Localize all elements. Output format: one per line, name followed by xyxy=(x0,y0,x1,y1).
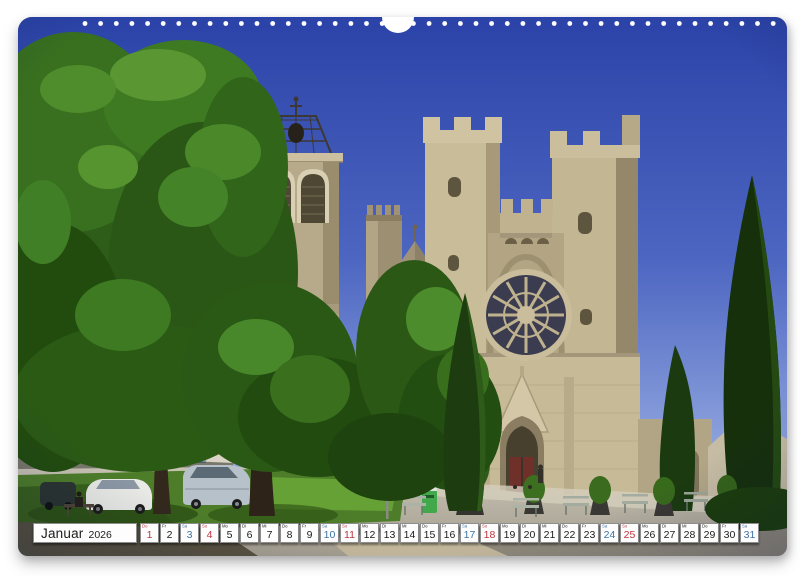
day-number: 18 xyxy=(481,530,498,541)
day-number: 7 xyxy=(261,530,278,541)
day-number: 26 xyxy=(641,530,658,541)
day-number: 19 xyxy=(501,530,518,541)
day-cell: Do22 xyxy=(560,523,579,543)
day-number: 5 xyxy=(221,530,238,541)
day-strip: Do1Fr2Sa3So4Mo5Di6Mi7Do8Fr9Sa10So11Mo12D… xyxy=(140,523,759,543)
day-number: 28 xyxy=(681,530,698,541)
month-label: Januar 2026 xyxy=(33,523,137,543)
day-cell: So4 xyxy=(200,523,219,543)
day-cell: Fr23 xyxy=(580,523,599,543)
day-number: 21 xyxy=(541,530,558,541)
day-number: 9 xyxy=(301,530,318,541)
day-weekday-label: Di xyxy=(242,524,246,529)
day-number: 20 xyxy=(521,530,538,541)
month-name: Januar xyxy=(41,526,83,541)
day-number: 3 xyxy=(181,530,198,541)
day-number: 22 xyxy=(561,530,578,541)
day-cell: Sa31 xyxy=(740,523,759,543)
day-number: 30 xyxy=(721,530,738,541)
day-cell: Di13 xyxy=(380,523,399,543)
day-number: 10 xyxy=(321,530,338,541)
day-weekday-label: Mi xyxy=(262,524,266,529)
day-cell: Sa24 xyxy=(600,523,619,543)
day-cell: Di20 xyxy=(520,523,539,543)
day-number: 8 xyxy=(281,530,298,541)
day-cell: Fr9 xyxy=(300,523,319,543)
day-number: 17 xyxy=(461,530,478,541)
day-cell: Mi7 xyxy=(260,523,279,543)
day-number: 27 xyxy=(661,530,678,541)
day-number: 16 xyxy=(441,530,458,541)
day-cell: Mi21 xyxy=(540,523,559,543)
day-cell: Mo5 xyxy=(220,523,239,543)
day-cell: Do8 xyxy=(280,523,299,543)
day-cell: Fr16 xyxy=(440,523,459,543)
day-cell: Mi28 xyxy=(680,523,699,543)
year-label: 2026 xyxy=(88,529,111,542)
day-number: 6 xyxy=(241,530,258,541)
day-cell: So11 xyxy=(340,523,359,543)
day-number: 25 xyxy=(621,530,638,541)
day-number: 14 xyxy=(401,530,418,541)
day-weekday-label: Fr xyxy=(162,524,166,529)
day-number: 29 xyxy=(701,530,718,541)
day-weekday-label: Fr xyxy=(302,524,306,529)
day-cell: Sa3 xyxy=(180,523,199,543)
day-cell: So25 xyxy=(620,523,639,543)
day-number: 24 xyxy=(601,530,618,541)
day-number: 1 xyxy=(141,530,158,541)
day-number: 2 xyxy=(161,530,178,541)
day-cell: Fr30 xyxy=(720,523,739,543)
day-cell: Di6 xyxy=(240,523,259,543)
day-number: 15 xyxy=(421,530,438,541)
day-number: 12 xyxy=(361,530,378,541)
day-cell: Fr2 xyxy=(160,523,179,543)
day-cell: Do29 xyxy=(700,523,719,543)
day-number: 4 xyxy=(201,530,218,541)
calendar-page: Januar 2026 Do1Fr2Sa3So4Mo5Di6Mi7Do8Fr9S… xyxy=(18,17,787,556)
day-cell: Mo12 xyxy=(360,523,379,543)
calendar-product-photo: { "calendar": { "month_label": "Januar",… xyxy=(0,0,800,577)
day-cell: Mo26 xyxy=(640,523,659,543)
day-cell: Sa10 xyxy=(320,523,339,543)
day-number: 11 xyxy=(341,530,358,541)
day-cell: So18 xyxy=(480,523,499,543)
day-cell: Do15 xyxy=(420,523,439,543)
day-cell: Sa17 xyxy=(460,523,479,543)
day-cell: Do1 xyxy=(140,523,159,543)
day-number: 13 xyxy=(381,530,398,541)
day-cell: Mi14 xyxy=(400,523,419,543)
calendar-photo xyxy=(18,17,787,556)
day-cell: Mo19 xyxy=(500,523,519,543)
day-number: 23 xyxy=(581,530,598,541)
day-cell: Di27 xyxy=(660,523,679,543)
photo-vignette xyxy=(18,17,787,556)
day-number: 31 xyxy=(741,530,758,541)
